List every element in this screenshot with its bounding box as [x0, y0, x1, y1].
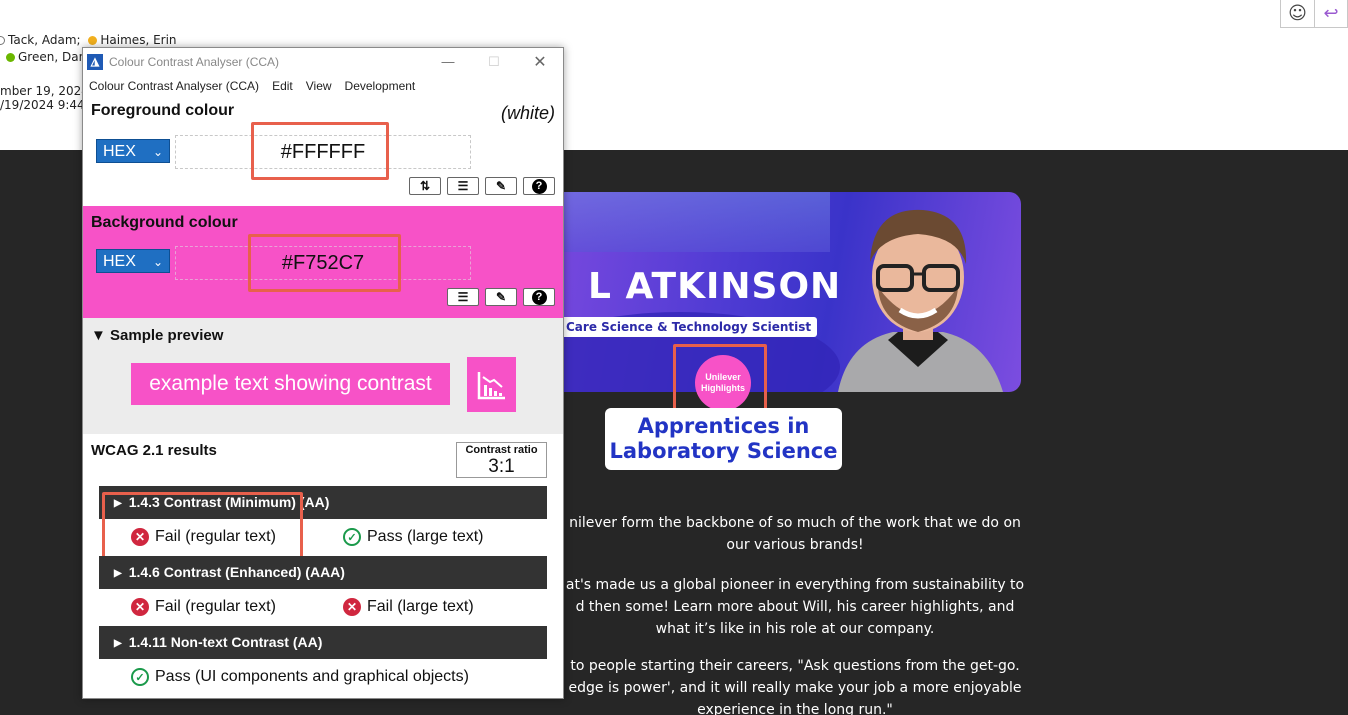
- banner-name: L ATKINSON: [588, 266, 842, 307]
- caret-right-icon: ▶: [114, 638, 122, 649]
- banner-background: [540, 192, 830, 252]
- email-actions: ☺ ↩: [1280, 0, 1348, 28]
- help-icon[interactable]: ?: [523, 288, 555, 306]
- pass-icon: ✓: [343, 528, 361, 546]
- result-label: Pass (large text): [367, 528, 484, 545]
- chart-down-icon: [467, 357, 516, 412]
- criterion-1-4-6[interactable]: ▶ 1.4.6 Contrast (Enhanced) (AAA): [99, 556, 547, 589]
- results-title: WCAG 2.1 results: [91, 442, 217, 459]
- swap-colors-icon[interactable]: ⇅: [409, 177, 441, 195]
- cca-window: ◮ Colour Contrast Analyser (CCA) — ☐ ✕ C…: [82, 47, 564, 699]
- fail-icon: ✕: [343, 598, 361, 616]
- headline-line-2: Laboratory Science: [609, 439, 838, 463]
- sample-text: example text showing contrast: [131, 363, 450, 405]
- result-pass-nontext: ✓ Pass (UI components and graphical objec…: [131, 668, 469, 686]
- menu-development[interactable]: Development: [345, 79, 416, 93]
- foreground-title: Foreground colour: [91, 102, 235, 119]
- foreground-color-name: (white): [500, 103, 555, 123]
- help-icon[interactable]: ?: [523, 177, 555, 195]
- result-label: Fail (large text): [367, 598, 474, 615]
- headline-card: Apprentices in Laboratory Science: [605, 408, 842, 470]
- foreground-section: Foreground colour (white) HEX ⌄ #FFFFFF ⇅…: [83, 97, 563, 206]
- result-label: Fail (regular text): [155, 528, 276, 545]
- fail-icon: ✕: [131, 528, 149, 546]
- presence-away-icon: [88, 36, 98, 45]
- result-fail-regular: ✕ Fail (regular text): [131, 528, 276, 546]
- criterion-label: 1.4.11 Non-text Contrast (AA): [128, 634, 323, 650]
- caret-right-icon: ▶: [114, 498, 122, 509]
- result-fail-large: ✕ Fail (large text): [343, 598, 474, 616]
- headline-line-1: Apprentices in: [637, 414, 810, 438]
- contrast-ratio-value: 3:1: [488, 456, 515, 477]
- menu-app[interactable]: Colour Contrast Analyser (CCA): [89, 79, 259, 93]
- recipient[interactable]: Tack, Adam;: [8, 33, 81, 47]
- result-label: Fail (regular text): [155, 598, 276, 615]
- body-line: edge is power', and it will really make …: [568, 680, 1022, 696]
- desktop: Tack, Adam; Haimes, Erin Green, Dan; mbe…: [0, 0, 1348, 715]
- body-line: at's made us a global pioneer in everyth…: [565, 577, 1025, 593]
- caret-right-icon: ▶: [114, 568, 122, 579]
- reply-icon[interactable]: ↩: [1314, 0, 1347, 27]
- menu-bar: Colour Contrast Analyser (CCA) Edit View…: [83, 75, 563, 97]
- minimize-icon[interactable]: —: [425, 48, 471, 75]
- sliders-icon[interactable]: ☰: [447, 288, 479, 306]
- results-section: WCAG 2.1 results Contrast ratio 3:1 ▶ 1.4…: [83, 434, 563, 698]
- body-line: our various brands!: [726, 537, 864, 553]
- menu-view[interactable]: View: [306, 79, 332, 93]
- background-format-select[interactable]: HEX ⌄: [96, 249, 170, 273]
- body-paragraph-3: to people starting their careers, "Ask q…: [560, 655, 1030, 715]
- result-label: Pass (UI components and graphical object…: [155, 668, 469, 685]
- foreground-format-select[interactable]: HEX ⌄: [96, 139, 170, 163]
- cca-app-icon: ◮: [87, 53, 103, 70]
- result-fail-regular: ✕ Fail (regular text): [131, 598, 276, 616]
- presence-available-icon: [6, 53, 15, 62]
- body-line: to people starting their careers, "Ask q…: [570, 658, 1020, 674]
- banner-role: Care Science & Technology Scientist: [560, 317, 818, 337]
- maximize-icon[interactable]: ☐: [471, 48, 517, 75]
- close-icon[interactable]: ✕: [517, 48, 563, 75]
- recipient[interactable]: Haimes, Erin: [100, 33, 176, 47]
- criterion-1-4-3[interactable]: ▶ 1.4.3 Contrast (Minimum) (AA): [99, 486, 547, 519]
- recipient[interactable]: Green, Dan;: [18, 50, 90, 64]
- criterion-1-4-11[interactable]: ▶ 1.4.11 Non-text Contrast (AA): [99, 626, 547, 659]
- foreground-hex-input[interactable]: #FFFFFF: [175, 135, 471, 169]
- body-paragraph-2: at's made us a global pioneer in everyth…: [560, 574, 1030, 640]
- result-pass-large: ✓ Pass (large text): [343, 528, 483, 546]
- pass-icon: ✓: [131, 668, 149, 686]
- criterion-label: 1.4.6 Contrast (Enhanced) (AAA): [128, 564, 345, 580]
- criterion-label: 1.4.3 Contrast (Minimum) (AA): [128, 494, 330, 510]
- body-line: experience in the long run.": [697, 702, 893, 715]
- window-title: Colour Contrast Analyser (CCA): [109, 54, 280, 69]
- recipients-line-1: Tack, Adam; Haimes, Erin: [0, 33, 177, 47]
- title-bar[interactable]: ◮ Colour Contrast Analyser (CCA) — ☐ ✕: [83, 48, 563, 75]
- background-hex-input[interactable]: #F752C7: [175, 246, 471, 280]
- profile-banner: L ATKINSON Care Science & Technology Sci…: [540, 192, 1021, 392]
- preview-title: Sample preview: [110, 327, 224, 344]
- recipients-line-2: Green, Dan;: [6, 50, 90, 64]
- caret-down-icon: ▼: [91, 327, 111, 344]
- menu-edit[interactable]: Edit: [272, 79, 293, 93]
- foreground-format-value: HEX: [103, 143, 136, 160]
- body-line: what it’s like in his role at our compan…: [655, 621, 935, 637]
- body-line: d then some! Learn more about Will, his …: [575, 599, 1015, 615]
- body-line: nilever form the backbone of so much of …: [569, 515, 1021, 531]
- preview-section: ▼ Sample preview example text showing co…: [83, 318, 563, 434]
- person-photo: [838, 209, 1003, 392]
- highlights-badge: Unilever Highlights: [695, 355, 751, 411]
- preview-toggle[interactable]: ▼ Sample preview: [91, 327, 223, 344]
- body-paragraph-1: nilever form the backbone of so much of …: [560, 512, 1030, 556]
- fail-icon: ✕: [131, 598, 149, 616]
- email-date: mber 19, 2024.: [0, 84, 93, 98]
- eyedropper-icon[interactable]: ✎: [485, 288, 517, 306]
- chevron-down-icon: ⌄: [152, 255, 163, 269]
- contrast-ratio-box: Contrast ratio 3:1: [456, 442, 547, 478]
- chevron-down-icon: ⌄: [152, 145, 163, 159]
- smiley-icon[interactable]: ☺: [1281, 0, 1314, 27]
- background-section: Background colour HEX ⌄ #F752C7 ☰ ✎ ?: [83, 206, 563, 318]
- presence-offline-icon: [0, 36, 5, 45]
- eyedropper-icon[interactable]: ✎: [485, 177, 517, 195]
- background-format-value: HEX: [103, 253, 136, 270]
- background-title: Background colour: [91, 214, 238, 231]
- sliders-icon[interactable]: ☰: [447, 177, 479, 195]
